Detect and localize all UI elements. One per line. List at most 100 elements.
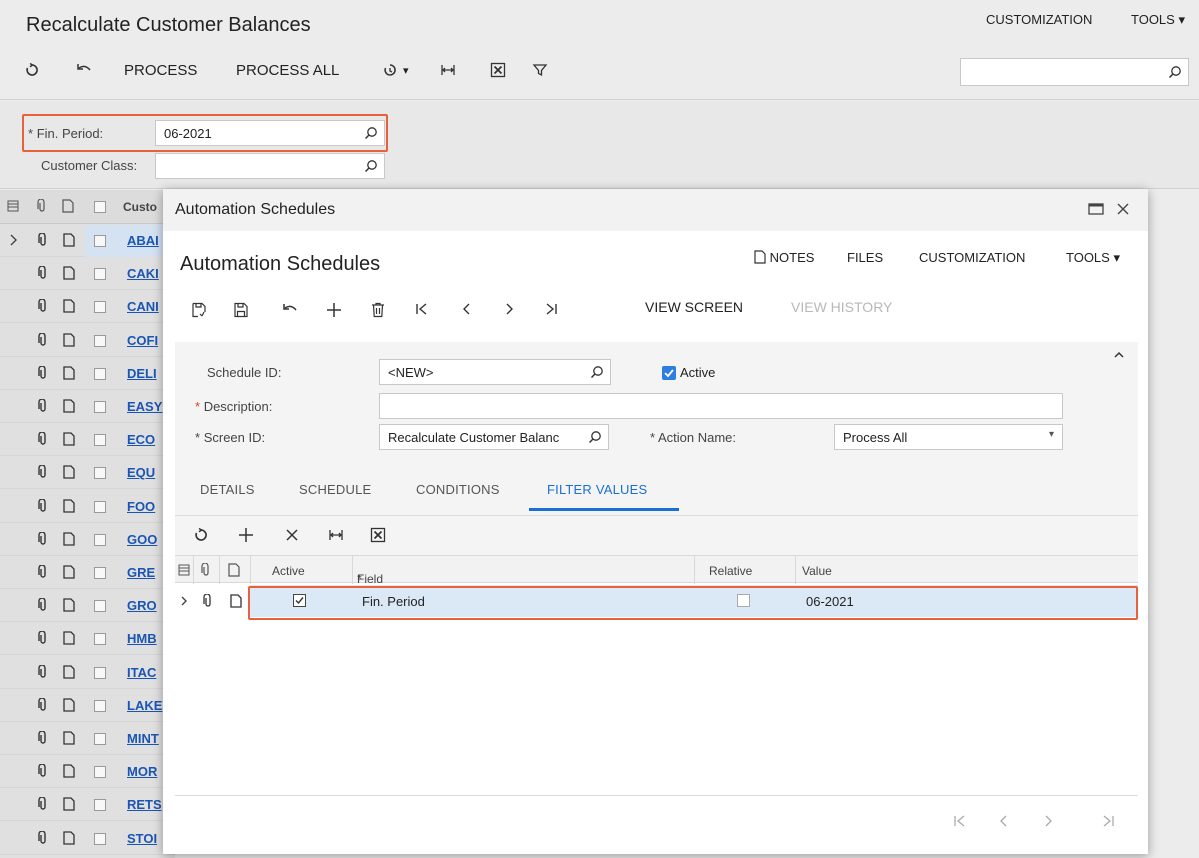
customer-link[interactable]: LAKE [127, 698, 167, 713]
row-checkbox[interactable] [94, 268, 106, 281]
search-input[interactable] [960, 58, 1189, 86]
row-checkbox[interactable] [94, 799, 106, 812]
save-and-close-button[interactable] [191, 302, 207, 318]
note-icon[interactable] [63, 598, 75, 612]
tab-filter-values[interactable]: FILTER VALUES [547, 482, 647, 497]
row-checkbox[interactable] [94, 235, 106, 247]
tools-menu[interactable]: TOOLS ▾ [1066, 250, 1120, 266]
attachment-icon[interactable] [37, 565, 49, 579]
note-icon[interactable] [63, 698, 75, 712]
customer-link[interactable]: DELI [127, 366, 167, 381]
fit-columns-button[interactable] [440, 62, 456, 78]
note-icon[interactable] [63, 764, 75, 778]
customer-link[interactable]: FOO [127, 499, 167, 514]
close-button[interactable] [1116, 202, 1130, 221]
note-icon[interactable] [63, 830, 75, 845]
row-checkbox[interactable] [94, 733, 106, 745]
attachment-icon[interactable] [37, 365, 49, 380]
filter-button[interactable] [532, 62, 548, 78]
row-checkbox[interactable] [94, 367, 106, 380]
tab-details[interactable]: DETAILS [200, 482, 255, 497]
customer-class-field[interactable] [155, 153, 385, 179]
delete-button[interactable] [371, 302, 385, 318]
table-row[interactable]: MINT [0, 723, 175, 755]
customer-link[interactable]: EASY [127, 399, 167, 414]
tab-schedule[interactable]: SCHEDULE [299, 482, 371, 497]
row-checkbox[interactable] [94, 766, 106, 779]
first-record-button[interactable] [415, 302, 429, 316]
note-icon[interactable] [63, 465, 75, 480]
attachment-icon[interactable] [37, 266, 49, 280]
table-row[interactable]: ABAI [0, 225, 175, 257]
attachment-icon[interactable] [202, 594, 214, 608]
plus-icon[interactable] [238, 527, 254, 543]
customer-link[interactable]: CANI [127, 299, 167, 314]
note-icon[interactable] [63, 731, 75, 745]
attachment-icon[interactable] [37, 332, 49, 347]
attachment-icon[interactable] [37, 498, 49, 513]
customer-link[interactable]: GRO [127, 598, 167, 613]
note-icon[interactable] [63, 532, 75, 546]
customization-menu[interactable]: CUSTOMIZATION [986, 12, 1092, 27]
process-button[interactable]: PROCESS [124, 62, 197, 79]
row-checkbox[interactable] [94, 699, 106, 712]
previous-page-icon[interactable] [997, 814, 1011, 828]
attachment-icon[interactable] [37, 465, 49, 479]
value-column-header[interactable]: Value [802, 564, 832, 578]
table-row[interactable]: COFI [0, 325, 175, 357]
table-row[interactable]: GOO [0, 524, 175, 556]
note-icon[interactable] [63, 664, 75, 679]
relative-column-header[interactable]: Relative [709, 564, 752, 578]
attachment-icon[interactable] [37, 432, 49, 446]
note-icon[interactable] [63, 399, 75, 413]
customer-link[interactable]: ECO [127, 432, 167, 447]
note-icon[interactable] [63, 366, 75, 380]
next-page-icon[interactable] [1041, 814, 1055, 828]
row-checkbox[interactable] [94, 467, 106, 480]
attachment-icon[interactable] [37, 797, 49, 811]
maximize-button[interactable] [1088, 202, 1104, 221]
customer-column-header[interactable]: Custo [123, 200, 157, 214]
table-row[interactable]: CANI [0, 291, 175, 324]
attachment-icon[interactable] [37, 631, 49, 645]
note-icon[interactable] [63, 797, 75, 812]
attachment-icon[interactable] [37, 830, 49, 845]
previous-record-button[interactable] [460, 302, 474, 316]
attachment-icon[interactable] [37, 764, 49, 778]
first-page-icon[interactable] [953, 814, 967, 828]
chevron-right-icon[interactable] [8, 233, 18, 247]
action-name-select[interactable]: Process All ▾ [834, 424, 1063, 450]
table-row[interactable]: LAKE [0, 690, 175, 722]
table-row[interactable]: ECO [0, 424, 175, 457]
note-icon[interactable] [63, 432, 75, 446]
customer-link[interactable]: GOO [127, 532, 167, 547]
attachment-icon[interactable] [37, 531, 49, 546]
customer-link[interactable]: HMB [127, 631, 167, 646]
table-row[interactable]: CAKI [0, 258, 175, 291]
row-checkbox[interactable] [94, 434, 106, 447]
attachment-icon[interactable] [37, 697, 49, 712]
row-checkbox[interactable] [94, 533, 106, 546]
row-checkbox[interactable] [94, 832, 106, 845]
customer-link[interactable]: ABAI [127, 233, 167, 248]
row-checkbox[interactable] [94, 567, 106, 579]
note-icon[interactable] [63, 299, 75, 314]
next-record-button[interactable] [502, 302, 516, 316]
files-button[interactable]: FILES [847, 250, 883, 265]
last-page-icon[interactable] [1101, 814, 1115, 828]
description-field[interactable] [379, 393, 1063, 419]
row-checkbox[interactable] [94, 633, 106, 646]
table-row[interactable]: FOO [0, 491, 175, 523]
note-icon[interactable] [63, 233, 75, 247]
note-icon[interactable] [63, 565, 75, 579]
notes-button[interactable]: NOTES [754, 250, 814, 265]
note-icon[interactable] [63, 498, 75, 513]
row-checkbox[interactable] [94, 301, 106, 314]
customization-menu[interactable]: CUSTOMIZATION [919, 250, 1025, 265]
active-checkbox[interactable]: Active [662, 365, 715, 380]
add-button[interactable] [326, 302, 342, 318]
schedule-id-field[interactable]: <NEW> [379, 359, 611, 385]
customer-link[interactable]: EQU [127, 465, 167, 480]
table-row[interactable]: MOR [0, 756, 175, 789]
table-row[interactable]: HMB [0, 623, 175, 656]
